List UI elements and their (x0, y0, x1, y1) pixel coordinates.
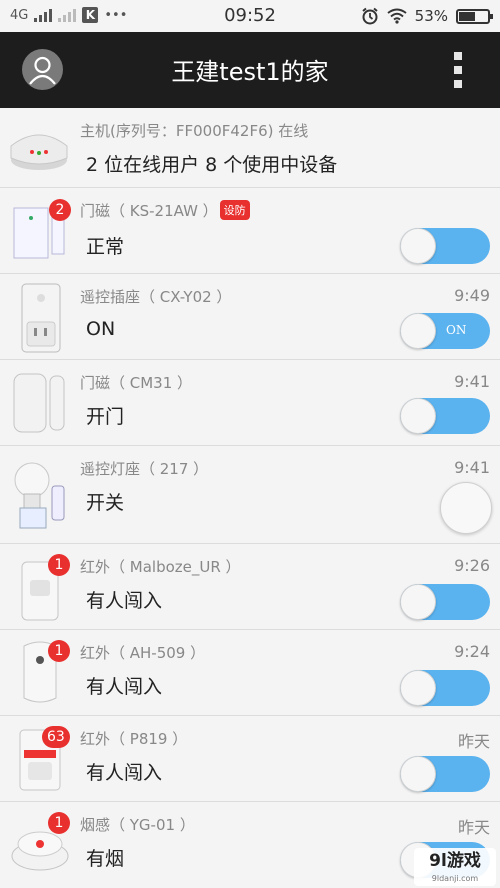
page-title: 王建test1的家 (171, 58, 329, 86)
device-status: 有烟 (86, 848, 125, 870)
battery-percent: 53% (414, 7, 448, 25)
watermark-url: 9ldanji.com (431, 874, 479, 883)
hub-row[interactable]: 主机(序列号：FF000F42F6) 在线 2 位在线用户 8 个使用中设备 (0, 108, 500, 188)
device-status: 正常 (86, 236, 125, 258)
device-name-text: 门磁（ KS-21AW ） (80, 202, 218, 220)
more-menu-icon[interactable] (454, 52, 464, 88)
device-toggle[interactable] (400, 756, 490, 792)
alert-count-badge: 1 (48, 554, 70, 576)
battery-icon (456, 8, 493, 24)
hub-summary: 2 位在线用户 8 个使用中设备 (86, 154, 338, 176)
device-name: 烟感（ YG-01 ） (80, 816, 195, 834)
lamp-switch-button[interactable] (440, 482, 492, 534)
status-bar: 4G K ••• 09:52 53% (0, 0, 500, 32)
hub-device-icon (10, 134, 68, 170)
status-right: 53% (361, 7, 493, 25)
device-row[interactable]: 门磁（ CM31 ） 9:41 开门 (0, 360, 500, 446)
armed-tag: 设防 (219, 200, 250, 220)
device-row[interactable]: 1 红外（ Malboze_UR ） 9:26 有人闯入 (0, 544, 500, 630)
device-time: 昨天 (457, 732, 490, 751)
alarm-icon (362, 7, 378, 25)
toggle-knob (400, 228, 436, 264)
wifi-icon (387, 8, 407, 24)
device-time: 9:41 (454, 372, 490, 391)
device-name: 红外（ AH-509 ） (80, 644, 206, 662)
toggle-knob (400, 584, 436, 620)
device-status: 有人闯入 (86, 590, 163, 612)
alert-count-badge: 63 (42, 726, 70, 748)
device-time: 9:26 (454, 556, 490, 575)
device-status: 有人闯入 (86, 676, 163, 698)
device-row[interactable]: 1 红外（ AH-509 ） 9:24 有人闯入 (0, 630, 500, 716)
device-time: 9:49 (454, 286, 490, 305)
toggle-on-label: ON (446, 323, 467, 337)
watermark-logo: 9l游戏 (429, 851, 481, 871)
device-time: 9:24 (454, 642, 490, 661)
device-time: 昨天 (457, 818, 490, 837)
device-name: 红外（ Malboze_UR ） (80, 558, 241, 576)
alert-count-badge: 2 (49, 199, 71, 221)
device-status: 开关 (86, 492, 125, 514)
device-name: 遥控灯座（ 217 ） (80, 460, 209, 478)
toggle-knob (400, 313, 436, 349)
toggle-knob (400, 756, 436, 792)
user-avatar-icon[interactable] (22, 49, 63, 90)
hub-serial: 主机(序列号：FF000F42F6) 在线 (80, 122, 309, 140)
door-sensor-icon (13, 373, 65, 433)
device-name: 红外（ P819 ） (80, 730, 188, 748)
device-toggle[interactable] (400, 398, 490, 434)
toggle-knob (400, 398, 436, 434)
alert-count-badge: 1 (48, 640, 70, 662)
lamp-icon (14, 462, 65, 529)
device-time: 9:41 (454, 458, 490, 477)
device-row[interactable]: 2 门磁（ KS-21AW ）设防 正常 (0, 188, 500, 274)
toggle-knob (400, 670, 436, 706)
device-toggle[interactable] (400, 584, 490, 620)
app-bar: 王建test1的家 (0, 32, 500, 108)
smart-socket-icon (21, 283, 61, 353)
device-status: 开门 (86, 406, 125, 428)
alert-count-badge: 1 (48, 812, 70, 834)
device-toggle[interactable] (400, 228, 490, 264)
device-row[interactable]: 遥控灯座（ 217 ） 9:41 开关 (0, 446, 500, 544)
device-status: ON (86, 318, 116, 340)
device-row[interactable]: 遥控插座（ CX-Y02 ） 9:49 ON ON (0, 274, 500, 360)
device-toggle[interactable] (400, 670, 490, 706)
device-name: 遥控插座（ CX-Y02 ） (80, 288, 232, 306)
device-name: 门磁（ CM31 ） (80, 374, 193, 392)
site-watermark: 9l游戏 9ldanji.com (414, 848, 496, 886)
device-row[interactable]: 63 红外（ P819 ） 昨天 有人闯入 (0, 716, 500, 802)
device-name: 门磁（ KS-21AW ）设防 (80, 200, 250, 221)
device-toggle[interactable]: ON (400, 313, 490, 349)
device-status: 有人闯入 (86, 762, 163, 784)
